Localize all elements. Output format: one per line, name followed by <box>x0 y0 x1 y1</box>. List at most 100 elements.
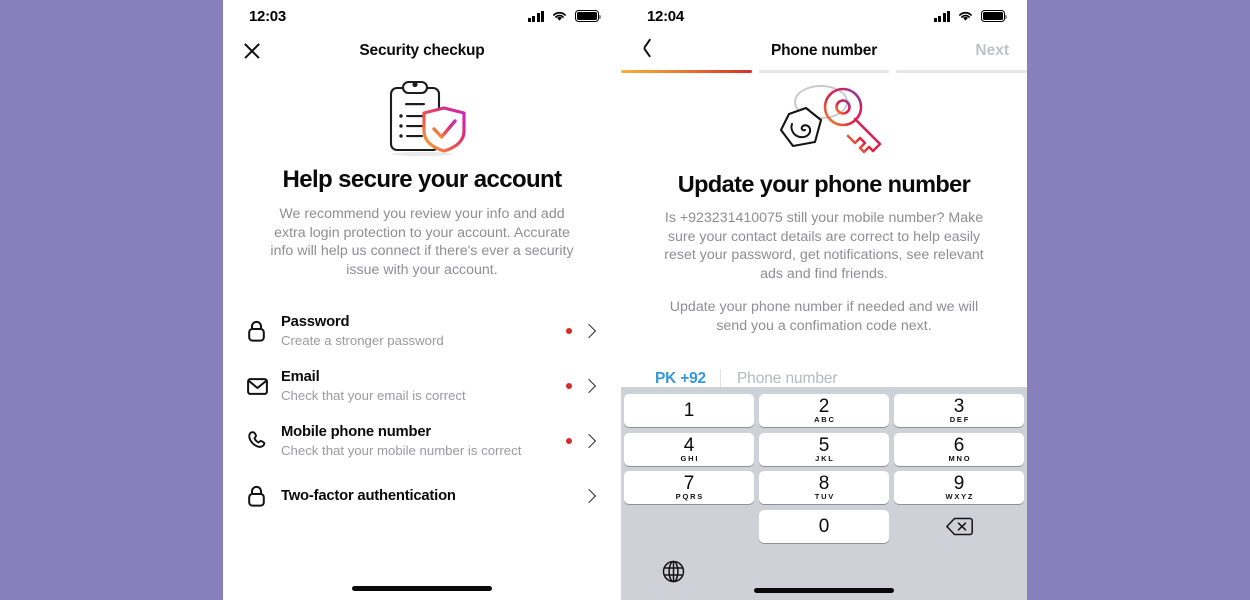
phone-handset-icon <box>247 431 281 451</box>
chevron-left-icon[interactable] <box>639 40 659 62</box>
battery-full-icon <box>981 10 1008 22</box>
field-divider <box>719 369 721 388</box>
globe-language-icon[interactable] <box>662 560 685 588</box>
status-bar-right: 12:04 <box>621 0 1027 32</box>
list-item-subtitle: Create a stronger password <box>281 333 444 348</box>
list-item-title: Mobile phone number <box>281 424 431 440</box>
status-badge-dot <box>566 328 572 334</box>
close-icon[interactable] <box>241 40 263 62</box>
list-item-two-factor-authentication[interactable]: Two-factor authentication <box>247 470 597 522</box>
envelope-icon <box>247 377 281 395</box>
key-3[interactable]: 3 DEF <box>894 394 1024 427</box>
status-icons <box>527 10 602 22</box>
security-items-list: Password Create a stronger password Emai… <box>247 305 597 522</box>
wifi-icon <box>553 11 566 21</box>
key-letters: TUV <box>814 492 836 501</box>
key-2[interactable]: 2 ABC <box>759 394 889 427</box>
key-4[interactable]: 4 GHI <box>624 432 754 466</box>
key-letters: JKL <box>815 453 835 463</box>
key-number: 5 <box>818 434 830 456</box>
wifi-icon <box>959 11 972 21</box>
list-item-text: Email Check that your email is correct <box>281 368 566 404</box>
progress-segment-1 <box>621 70 752 73</box>
key-number: 7 <box>683 473 695 494</box>
home-indicator <box>352 586 492 591</box>
progress-segment-3 <box>896 70 1027 73</box>
chevron-right-icon <box>581 378 597 394</box>
list-item-title: Email <box>281 369 320 385</box>
key-letters: DEF <box>949 415 971 424</box>
country-code-selector[interactable]: PK +92 <box>655 370 706 388</box>
keypad-row-3: 7 PQRS 8 TUV 9 WXYZ <box>624 471 1024 504</box>
chevron-right-icon <box>581 433 597 449</box>
lock-icon <box>247 485 281 507</box>
keypad-row-4: 0 <box>624 509 1024 543</box>
key-number: 3 <box>953 396 965 417</box>
list-item-title: Two-factor authentication <box>281 488 456 504</box>
list-item-text: Mobile phone number Check that your mobi… <box>281 423 566 459</box>
chevron-right-icon <box>581 488 597 504</box>
key-6[interactable]: 6 MNO <box>894 432 1024 466</box>
status-time: 12:04 <box>647 7 684 25</box>
clipboard-shield-checkmark-illustration <box>247 76 597 162</box>
screenshot-stage: 12:03 Security checkup Help secure your … <box>0 0 1250 600</box>
lock-icon <box>247 320 281 342</box>
keypad-row-2: 4 GHI 5 JKL 6 MNO <box>624 432 1024 466</box>
keypad-spacer <box>624 510 754 543</box>
list-item-text: Two-factor authentication <box>281 487 566 505</box>
chevron-right-icon <box>581 323 597 339</box>
key-7[interactable]: 7 PQRS <box>624 471 754 504</box>
key-letters: PQRS <box>675 492 705 501</box>
page-heading: Update your phone number <box>677 171 971 197</box>
list-item-email[interactable]: Email Check that your email is correct <box>247 360 597 412</box>
left-content: Help secure your account We recommend yo… <box>223 76 621 522</box>
right-content: Update your phone number Is +92323141007… <box>621 79 1027 398</box>
list-item-title: Password <box>281 314 350 330</box>
key-number: 0 <box>818 515 830 537</box>
status-badge-dot <box>566 438 572 444</box>
page-title: Phone number <box>770 42 878 59</box>
signal-bars-icon <box>933 10 950 22</box>
key-number: 4 <box>683 434 695 456</box>
key-number: 2 <box>818 396 830 417</box>
page-description-secondary: Update your phone number if needed and w… <box>669 299 979 334</box>
home-indicator <box>754 588 894 593</box>
security-checkup-screen: 12:03 Security checkup Help secure your … <box>223 0 621 600</box>
key-0[interactable]: 0 <box>759 509 889 543</box>
key-number: 8 <box>818 473 830 494</box>
progress-segment-2 <box>758 70 890 73</box>
key-1[interactable]: 1 <box>624 394 754 427</box>
page-description-primary: Is +923231410075 still your mobile numbe… <box>664 210 984 282</box>
signal-bars-icon <box>527 10 544 22</box>
key-8[interactable]: 8 TUV <box>759 471 889 504</box>
status-badge-dot <box>566 383 572 389</box>
list-item-subtitle: Check that your mobile number is correct <box>281 443 522 458</box>
phone-number-input[interactable]: Phone number <box>737 370 993 388</box>
battery-full-icon <box>575 10 602 22</box>
list-item-subtitle: Check that your email is correct <box>281 388 466 403</box>
key-letters: ABC <box>814 415 836 424</box>
status-icons <box>933 10 1008 22</box>
key-9[interactable]: 9 WXYZ <box>894 471 1024 504</box>
backspace-delete-icon[interactable] <box>894 510 1024 543</box>
status-time: 12:03 <box>249 7 286 25</box>
key-number: 9 <box>953 473 965 494</box>
key-letters: GHI <box>680 453 700 463</box>
page-description: We recommend you review your info and ad… <box>270 206 574 278</box>
nav-bar-left: Security checkup <box>223 32 621 70</box>
key-tag-phone-illustration <box>645 79 1003 165</box>
page-title: Security checkup <box>359 42 485 59</box>
key-letters: MNO <box>948 453 972 463</box>
update-phone-number-screen: 12:04 Phone number Next Update your phon… <box>621 0 1027 600</box>
numeric-keypad: 1 2 ABC 3 DEF 4 GHI 5 JKL 6 MNO 7 PQRS 8… <box>621 387 1027 600</box>
key-letters: WXYZ <box>945 492 975 501</box>
status-bar-left: 12:03 <box>223 0 621 32</box>
nav-bar-right: Phone number Next <box>621 32 1027 70</box>
step-progress-bar <box>621 70 1027 73</box>
key-5[interactable]: 5 JKL <box>759 432 889 466</box>
list-item-mobile-phone-number[interactable]: Mobile phone number Check that your mobi… <box>247 415 597 467</box>
key-number: 1 <box>683 400 695 421</box>
list-item-password[interactable]: Password Create a stronger password <box>247 305 597 357</box>
page-heading: Help secure your account <box>282 166 562 193</box>
next-button[interactable]: Next <box>975 42 1009 60</box>
